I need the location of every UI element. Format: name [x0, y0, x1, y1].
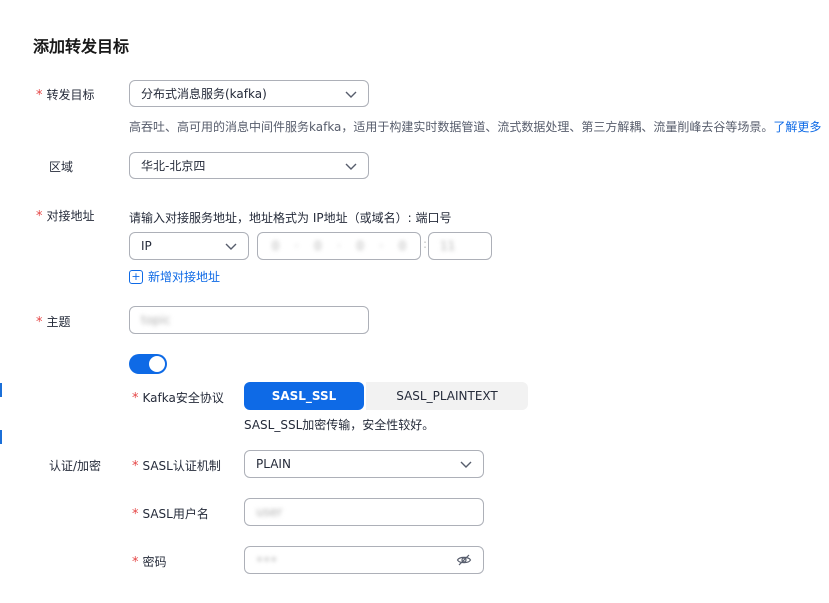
- port-separator: :: [423, 237, 428, 251]
- region-value: 华北-北京四: [141, 159, 206, 173]
- ip-octet-3[interactable]: 0: [356, 239, 364, 253]
- endpoint-label: * 对接地址: [36, 209, 95, 224]
- password-input[interactable]: •••: [244, 546, 484, 574]
- mechanism-label: * SASL认证机制: [132, 459, 221, 474]
- forward-target-desc: 高吞吐、高可用的消息中间件服务kafka，适用于构建实时数据管道、流式数据处理、…: [129, 120, 822, 134]
- eye-off-icon[interactable]: [456, 552, 472, 568]
- region-select[interactable]: 华北-北京四: [129, 152, 369, 179]
- port-value: 11: [440, 239, 456, 253]
- ip-octet-1[interactable]: 0: [272, 239, 280, 253]
- password-label: * 密码: [132, 555, 167, 570]
- learn-more-link[interactable]: 了解更多: [773, 120, 821, 134]
- chevron-down-icon: [225, 243, 237, 250]
- username-input[interactable]: user: [244, 498, 484, 526]
- topic-label: * 主题: [36, 315, 71, 330]
- username-label: * SASL用户名: [132, 507, 209, 522]
- required-star: *: [132, 391, 139, 406]
- topic-input[interactable]: topic: [129, 306, 369, 334]
- topic-value: topic: [141, 313, 171, 327]
- auth-section-label: 认证/加密: [49, 459, 102, 473]
- ip-dot: ·: [337, 239, 341, 253]
- ip-octet-2[interactable]: 0: [314, 239, 322, 253]
- endpoint-type-select[interactable]: IP: [129, 232, 249, 260]
- toggle-knob: [149, 356, 165, 372]
- ip-dot: ·: [379, 239, 384, 253]
- password-value: •••: [256, 553, 278, 567]
- protocol-desc: SASL_SSL加密传输，安全性较好。: [244, 418, 435, 432]
- forward-target-value: 分布式消息服务(kafka): [141, 87, 267, 101]
- mechanism-value: PLAIN: [256, 457, 291, 471]
- port-input[interactable]: 11: [428, 232, 492, 260]
- required-star: *: [132, 507, 139, 522]
- region-label: 区域: [49, 160, 74, 174]
- chevron-down-icon: [460, 461, 472, 468]
- protocol-label: * Kafka安全协议: [132, 391, 224, 406]
- plus-icon: +: [129, 269, 143, 284]
- add-endpoint-label: 新增对接地址: [148, 270, 221, 284]
- required-star: *: [132, 555, 139, 570]
- protocol-option-sasl-ssl[interactable]: SASL_SSL: [244, 382, 364, 410]
- endpoint-type-value: IP: [141, 239, 152, 253]
- required-star: *: [132, 459, 139, 474]
- ip-dot: ·: [294, 239, 299, 253]
- chevron-down-icon: [345, 163, 357, 170]
- endpoint-hint: 请输入对接服务地址，地址格式为 IP地址（或域名）: 端口号: [129, 211, 452, 225]
- required-star: *: [36, 315, 43, 330]
- ip-address-input[interactable]: 0 · 0 · 0 · 0: [257, 232, 421, 260]
- add-endpoint-button[interactable]: + 新增对接地址: [129, 268, 220, 285]
- mechanism-select[interactable]: PLAIN: [244, 450, 484, 478]
- forward-target-select[interactable]: 分布式消息服务(kafka): [129, 80, 369, 107]
- left-edge-mark: [0, 430, 2, 444]
- required-star: *: [36, 209, 43, 224]
- username-value: user: [256, 505, 283, 519]
- required-star: *: [36, 88, 43, 103]
- left-edge-mark: [0, 383, 2, 397]
- protocol-option-sasl-plaintext[interactable]: SASL_PLAINTEXT: [366, 382, 528, 410]
- ip-octet-4[interactable]: 0: [399, 239, 407, 253]
- forward-target-label: * 转发目标: [36, 88, 95, 103]
- auth-toggle[interactable]: [129, 354, 167, 374]
- page-title: 添加转发目标: [33, 37, 130, 56]
- chevron-down-icon: [345, 91, 357, 98]
